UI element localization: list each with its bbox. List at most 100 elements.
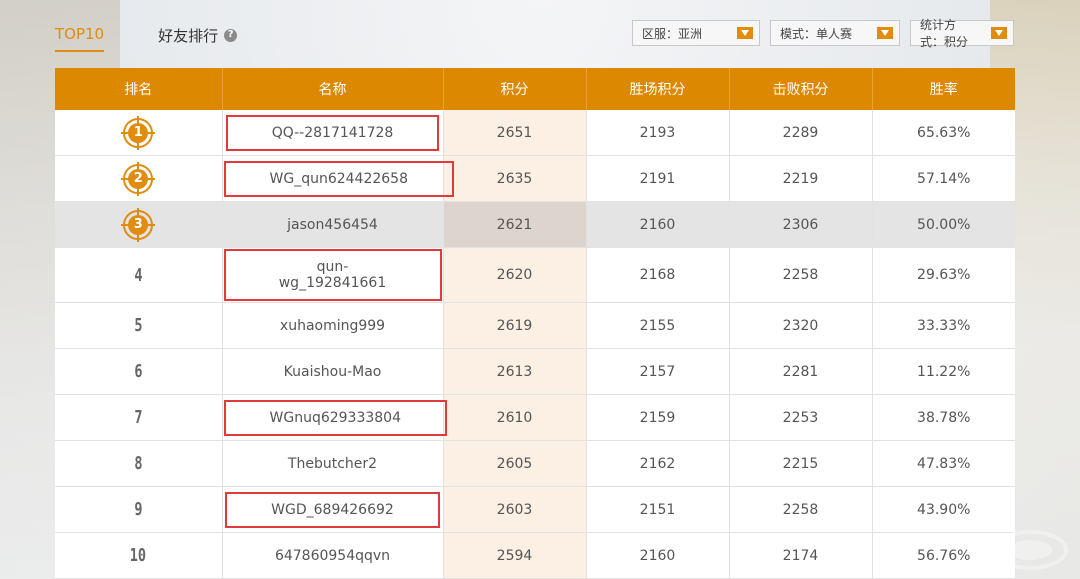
table-row: 4 qun-wg_192841661 2620 2168 2258 29.63% bbox=[55, 247, 1015, 303]
player-name: 647860954qqvn bbox=[274, 547, 391, 564]
score-cell: 2605 bbox=[443, 440, 587, 487]
win-score-cell: 2157 bbox=[586, 348, 730, 395]
chevron-down-icon bbox=[737, 27, 753, 39]
player-name: Thebutcher2 bbox=[287, 455, 378, 472]
rank-number: 1 bbox=[128, 122, 149, 143]
rank-cell: 3 bbox=[55, 201, 223, 248]
table-row: 6 Kuaishou-Mao 2613 2157 2281 11.22% bbox=[55, 348, 1015, 395]
kill-score-cell: 2215 bbox=[729, 440, 873, 487]
table-row: 2 WG_qun624422658 2635 2191 2219 57.14% bbox=[55, 155, 1015, 202]
table-row: 9 WGD_689426692 2603 2151 2258 43.90% bbox=[55, 486, 1015, 533]
rank-number: 10 bbox=[130, 545, 147, 566]
win-score-cell: 2193 bbox=[586, 110, 730, 156]
win-rate-cell: 29.63% bbox=[872, 247, 1015, 303]
player-name-cell: Thebutcher2 bbox=[222, 440, 444, 487]
kill-score-cell: 2320 bbox=[729, 302, 873, 349]
column-header-win-rate: 胜率 bbox=[872, 68, 1015, 110]
kill-score-cell: 2258 bbox=[729, 247, 873, 303]
tab-friends-ranking[interactable]: 好友排行 ? bbox=[158, 24, 238, 52]
tab-top10-label: TOP10 bbox=[55, 25, 105, 43]
score-cell: 2620 bbox=[443, 247, 587, 303]
chevron-down-icon bbox=[991, 27, 1007, 39]
medal-icon: 1 bbox=[121, 115, 156, 150]
rank-cell: 2 bbox=[55, 155, 223, 202]
score-cell: 2619 bbox=[443, 302, 587, 349]
mode-select[interactable]: 模式：单人赛 bbox=[770, 20, 900, 46]
player-name-cell: Kuaishou-Mao bbox=[222, 348, 444, 395]
win-score-cell: 2162 bbox=[586, 440, 730, 487]
win-rate-cell: 57.14% bbox=[872, 155, 1015, 202]
player-name-cell: WG_qun624422658 bbox=[222, 155, 454, 202]
tab-friends-label: 好友排行 bbox=[158, 26, 219, 45]
table-row: 7 WGnuq629333804 2610 2159 2253 38.78% bbox=[55, 394, 1015, 441]
table-row: 8 Thebutcher2 2605 2162 2215 47.83% bbox=[55, 440, 1015, 487]
stat-method-select-value: 统计方式：积分 bbox=[920, 18, 969, 49]
rank-number: 2 bbox=[128, 168, 149, 189]
score-cell: 2610 bbox=[443, 394, 587, 441]
win-rate-cell: 38.78% bbox=[872, 394, 1015, 441]
stat-method-select[interactable]: 统计方式：积分 bbox=[910, 18, 1014, 49]
rank-number: 9 bbox=[134, 499, 143, 520]
score-cell: 2594 bbox=[443, 532, 587, 579]
player-name-cell: xuhaoming999 bbox=[222, 302, 444, 349]
win-score-cell: 2155 bbox=[586, 302, 730, 349]
table-row: 10 647860954qqvn 2594 2160 2174 56.76% bbox=[55, 532, 1015, 579]
region-select-value: 区服：亚洲 bbox=[642, 26, 703, 41]
win-rate-cell: 65.63% bbox=[872, 110, 1015, 156]
rank-cell: 5 bbox=[55, 302, 223, 349]
rank-number: 5 bbox=[134, 315, 143, 336]
player-name-cell: WGnuq629333804 bbox=[222, 394, 447, 441]
score-cell: 2635 bbox=[443, 155, 587, 202]
kill-score-cell: 2258 bbox=[729, 486, 873, 533]
rank-cell: 4 bbox=[55, 247, 223, 303]
rank-number: 7 bbox=[134, 407, 143, 428]
kill-score-cell: 2281 bbox=[729, 348, 873, 395]
rank-number: 8 bbox=[134, 453, 143, 474]
score-cell: 2651 bbox=[443, 110, 587, 156]
medal-icon: 3 bbox=[121, 207, 156, 242]
score-cell: 2621 bbox=[443, 201, 587, 248]
player-name: WGnuq629333804 bbox=[223, 399, 447, 436]
rank-cell: 10 bbox=[55, 532, 223, 579]
column-header-kill-score: 击败积分 bbox=[729, 68, 873, 110]
player-name: jason456454 bbox=[287, 216, 378, 233]
win-score-cell: 2191 bbox=[586, 155, 730, 202]
column-header-name: 名称 bbox=[222, 68, 444, 110]
table-row: 1 QQ--2817141728 2651 2193 2289 65.63% bbox=[55, 110, 1015, 156]
mode-select-value: 模式：单人赛 bbox=[780, 26, 853, 41]
win-score-cell: 2151 bbox=[586, 486, 730, 533]
win-rate-cell: 50.00% bbox=[872, 201, 1015, 248]
win-score-cell: 2168 bbox=[586, 247, 730, 303]
help-icon[interactable]: ? bbox=[224, 28, 238, 42]
rank-cell: 6 bbox=[55, 348, 223, 395]
player-name-cell: 647860954qqvn bbox=[222, 532, 444, 579]
column-header-win-score: 胜场积分 bbox=[586, 68, 730, 110]
player-name: QQ--2817141728 bbox=[225, 114, 440, 151]
leaderboard-table: 排名 名称 积分 胜场积分 击败积分 胜率 1 QQ--2817141728 265… bbox=[55, 68, 1015, 579]
win-rate-cell: 33.33% bbox=[872, 302, 1015, 349]
win-score-cell: 2160 bbox=[586, 532, 730, 579]
win-score-cell: 2159 bbox=[586, 394, 730, 441]
table-row: 3 jason456454 2621 2160 2306 50.00% bbox=[55, 201, 1015, 248]
tab-top10[interactable]: TOP10 bbox=[55, 24, 105, 52]
column-header-rank: 排名 bbox=[55, 68, 223, 110]
player-name: WGD_689426692 bbox=[225, 491, 440, 528]
rank-cell: 8 bbox=[55, 440, 223, 487]
player-name-cell: qun-wg_192841661 bbox=[222, 247, 444, 303]
region-select[interactable]: 区服：亚洲 bbox=[632, 20, 760, 46]
kill-score-cell: 2253 bbox=[729, 394, 873, 441]
site-watermark-logo bbox=[992, 530, 1068, 570]
player-name-cell: WGD_689426692 bbox=[222, 486, 444, 533]
leaderboard-tabs: TOP10 好友排行 ? bbox=[55, 24, 238, 52]
kill-score-cell: 2174 bbox=[729, 532, 873, 579]
chevron-down-icon bbox=[877, 27, 893, 39]
player-name: WG_qun624422658 bbox=[223, 160, 454, 197]
player-name-cell: QQ--2817141728 bbox=[222, 110, 444, 156]
table-header-row: 排名 名称 积分 胜场积分 击败积分 胜率 bbox=[55, 68, 1015, 110]
rank-number: 3 bbox=[128, 214, 149, 235]
player-name: xuhaoming999 bbox=[279, 317, 386, 334]
rank-cell: 9 bbox=[55, 486, 223, 533]
player-name-cell: jason456454 bbox=[222, 201, 444, 248]
win-rate-cell: 11.22% bbox=[872, 348, 1015, 395]
kill-score-cell: 2306 bbox=[729, 201, 873, 248]
